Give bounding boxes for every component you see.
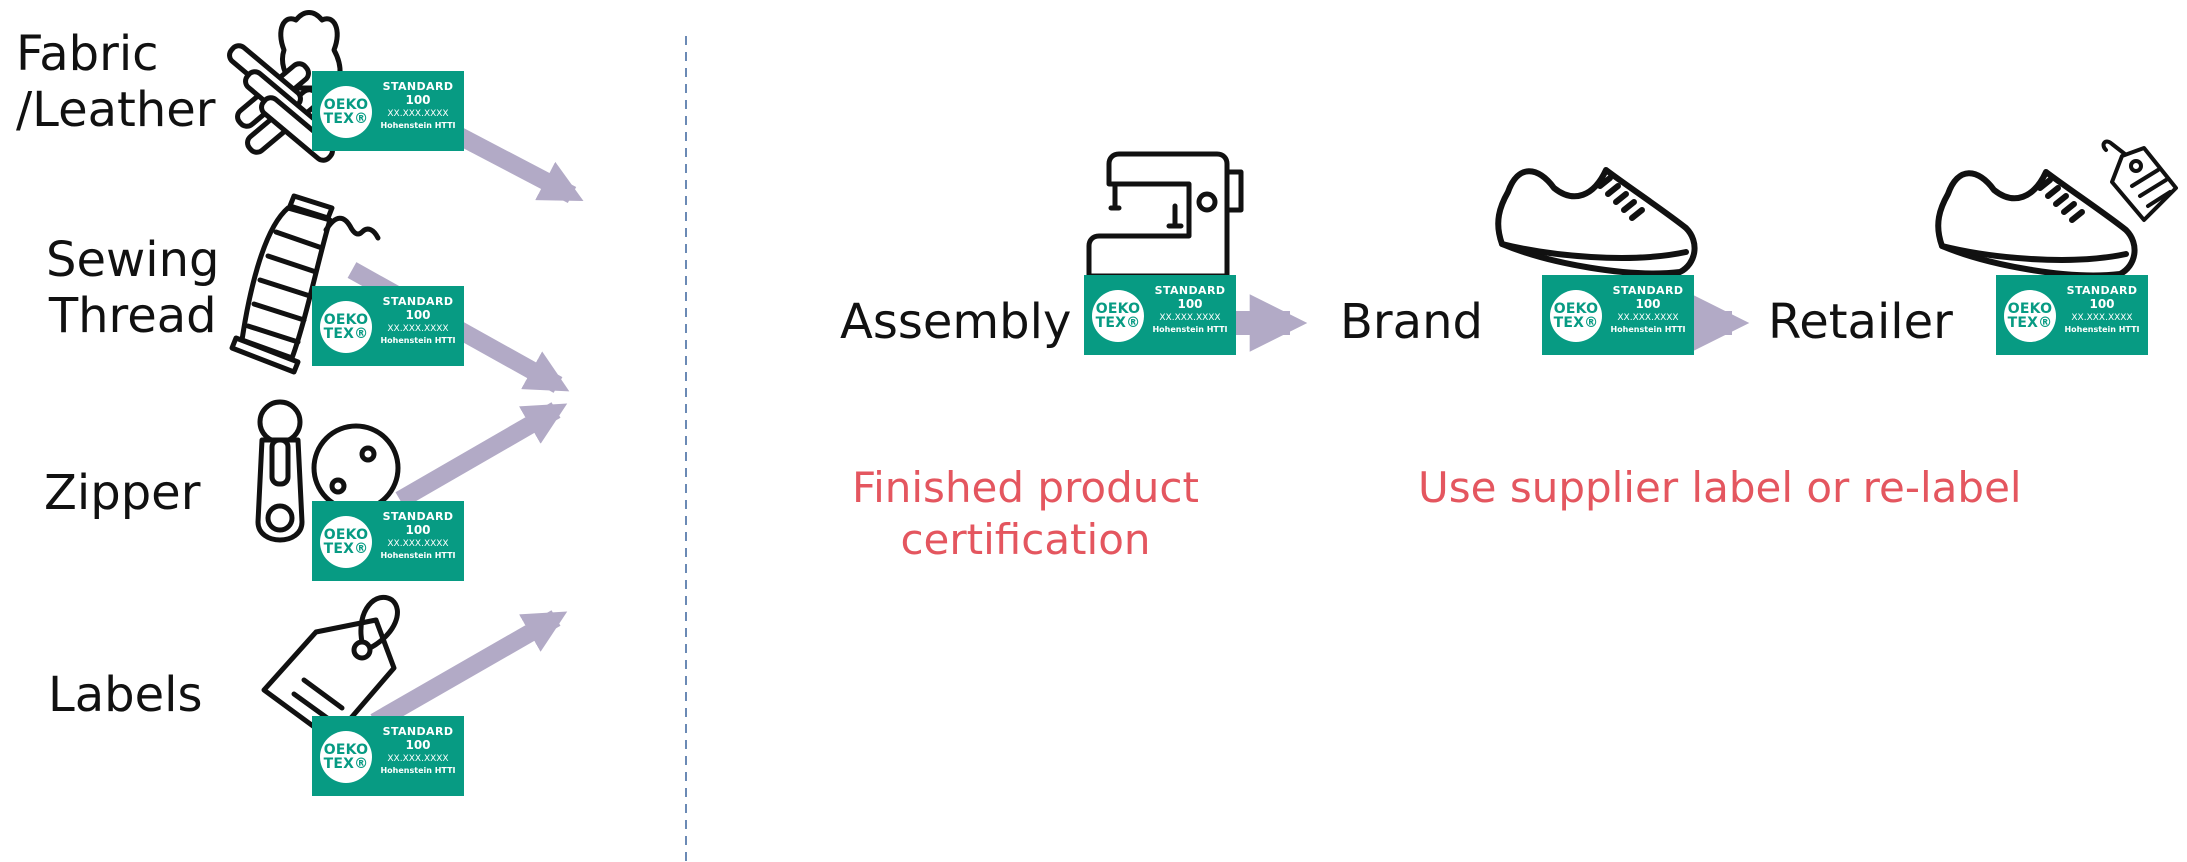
brand-label: Brand bbox=[1340, 294, 1483, 350]
retailer-label: Retailer bbox=[1768, 294, 1953, 350]
assembly-label: Assembly bbox=[840, 294, 1072, 350]
zipper-label: Zipper bbox=[44, 465, 201, 521]
oeko-tex-label-retailer: OEKO TEX® STANDARD 100 XX.XXX.XXXX Hohenstei… bbox=[1996, 275, 2148, 355]
thread-label-line2: Thread bbox=[48, 288, 217, 344]
fabric-leather-label: Fabric /Leather bbox=[16, 26, 216, 138]
finished-note-line2: certification bbox=[900, 515, 1151, 564]
oeko-tex-label-assembly: OEKO TEX® STANDARD 100 XX.XXX.XXXX Hohenstei… bbox=[1084, 275, 1236, 355]
oeko-tex-label-fabric: OEKO TEX® STANDARD 100 XX.XXX.XXXX Hohenstei… bbox=[312, 71, 464, 151]
sewing-thread-label: Sewing Thread bbox=[46, 232, 219, 344]
supply-chain-diagram: OEKO TEX® STANDARD 100 XX.XXX.XXXX Hohenstei… bbox=[0, 0, 2187, 862]
labels-label: Labels bbox=[48, 667, 203, 723]
sewing-machine-icon bbox=[1085, 150, 1250, 282]
finished-note-line1: Finished product bbox=[852, 463, 1199, 512]
oeko-tex-label-brand: OEKO TEX® STANDARD 100 XX.XXX.XXXX Hohenstei… bbox=[1542, 275, 1694, 355]
oeko-tex-logo: OEKO TEX® bbox=[320, 731, 372, 783]
oeko-tex-label-thread: OEKO TEX® STANDARD 100 XX.XXX.XXXX Hohenstei… bbox=[312, 286, 464, 366]
oeko-tex-logo: OEKO TEX® bbox=[1092, 290, 1144, 342]
oeko-tex-logo: OEKO TEX® bbox=[1550, 290, 1602, 342]
oeko-tex-label-zipper: OEKO TEX® STANDARD 100 XX.XXX.XXXX Hohenstei… bbox=[312, 501, 464, 581]
oeko-tex-logo: OEKO TEX® bbox=[320, 301, 372, 353]
zipper-arrow bbox=[395, 402, 568, 508]
supplier-label-note: Use supplier label or re-label bbox=[1418, 463, 2022, 512]
fabric-arrow bbox=[443, 122, 584, 203]
thread-label-line1: Sewing bbox=[46, 232, 220, 288]
fabric-label-line1: Fabric bbox=[16, 26, 159, 82]
oeko-tex-label-labels: OEKO TEX® STANDARD 100 XX.XXX.XXXX Hohenstei… bbox=[312, 716, 464, 796]
fabric-label-line2: /Leather bbox=[16, 82, 216, 138]
oeko-tex-logo: OEKO TEX® bbox=[2004, 290, 2056, 342]
shoe-with-tag-icon bbox=[1930, 139, 2185, 280]
finished-product-note: Finished product certification bbox=[852, 462, 1199, 566]
shoe-icon bbox=[1490, 152, 1700, 282]
oeko-tex-logo: OEKO TEX® bbox=[320, 516, 372, 568]
oeko-tex-logo: OEKO TEX® bbox=[320, 86, 372, 138]
